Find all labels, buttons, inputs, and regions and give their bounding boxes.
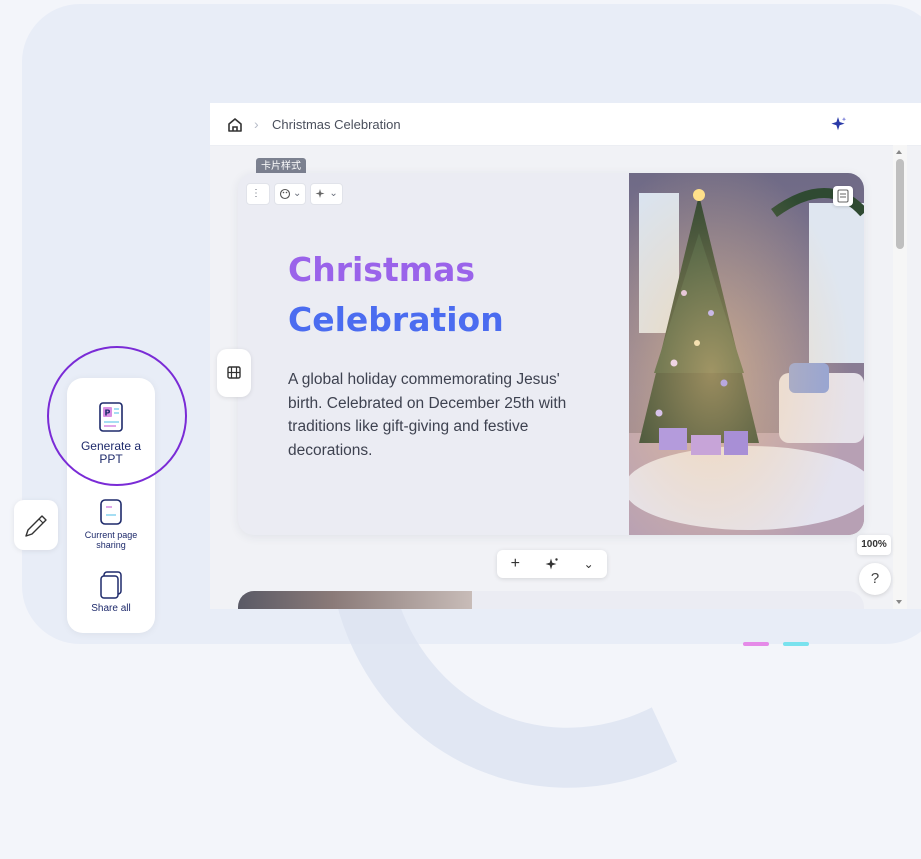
pen-icon xyxy=(25,515,47,537)
sparkle-icon[interactable] xyxy=(830,115,848,133)
magic-icon xyxy=(315,189,325,198)
top-bar: › Christmas Celebration xyxy=(210,103,921,146)
editor-window: › Christmas Celebration 卡片样式 ⋮ ⌄ ⌄ Chris… xyxy=(210,103,921,609)
breadcrumb-current[interactable]: Christmas Celebration xyxy=(272,117,401,132)
generate-ppt-button[interactable]: P Generate a PPT xyxy=(67,400,155,466)
ai-add-button[interactable] xyxy=(534,550,571,578)
share-all-button[interactable]: Share all xyxy=(67,570,155,614)
decor-dash-cyan xyxy=(783,642,809,646)
generate-ppt-label: Generate a PPT xyxy=(80,439,142,466)
chevron-down-icon[interactable]: ⌄ xyxy=(570,550,607,578)
more-vertical-icon[interactable]: ⋮ xyxy=(246,183,270,205)
filmstrip-icon xyxy=(227,366,241,379)
svg-text:P: P xyxy=(105,409,111,418)
slide-card[interactable]: ⋮ ⌄ ⌄ Christmas Celebration A global hol… xyxy=(238,173,864,535)
slide-description[interactable]: A global holiday commemorating Jesus' bi… xyxy=(288,368,598,462)
chevron-down-icon: ⌄ xyxy=(329,188,338,199)
share-panel: P Generate a PPT Current page sharing Sh… xyxy=(67,378,155,633)
share-all-label: Share all xyxy=(91,603,131,614)
palette-button[interactable]: ⌄ xyxy=(274,183,307,205)
pen-button[interactable] xyxy=(14,500,58,550)
slide-title[interactable]: Christmas Celebration xyxy=(288,245,608,345)
ai-magic-button[interactable]: ⌄ xyxy=(310,183,343,205)
ppt-icon: P xyxy=(99,402,123,432)
help-button[interactable]: ? xyxy=(859,563,891,595)
card-toolbar: ⋮ ⌄ ⌄ xyxy=(246,183,343,205)
scroll-thumb[interactable] xyxy=(896,159,904,249)
home-icon[interactable] xyxy=(226,116,244,134)
plus-icon[interactable]: + xyxy=(497,550,534,578)
slide-title-line2: Celebration xyxy=(288,300,504,339)
pages-icon xyxy=(100,571,122,599)
current-page-sharing-button[interactable]: Current page sharing xyxy=(67,498,155,550)
chevron-down-icon: ⌄ xyxy=(293,188,302,199)
vertical-scrollbar[interactable] xyxy=(893,145,907,609)
add-slide-bar: + ⌄ xyxy=(497,550,607,578)
christmas-tree-image[interactable] xyxy=(629,173,864,535)
magic-icon xyxy=(545,558,558,570)
current-page-sharing-label: Current page sharing xyxy=(84,530,138,550)
scroll-up-arrow[interactable] xyxy=(896,150,902,154)
page-icon xyxy=(100,499,122,525)
slide-title-line1: Christmas xyxy=(288,250,476,289)
notes-icon[interactable] xyxy=(833,186,853,206)
decor-dash-pink xyxy=(743,642,769,646)
chevron-right-icon: › xyxy=(254,116,259,132)
next-slide-thumbnail xyxy=(238,591,472,609)
scroll-down-arrow[interactable] xyxy=(896,600,902,604)
next-slide-card[interactable] xyxy=(238,591,864,609)
palette-icon xyxy=(279,188,291,200)
zoom-level[interactable]: 100% xyxy=(857,535,891,555)
filmstrip-button[interactable] xyxy=(217,349,251,397)
